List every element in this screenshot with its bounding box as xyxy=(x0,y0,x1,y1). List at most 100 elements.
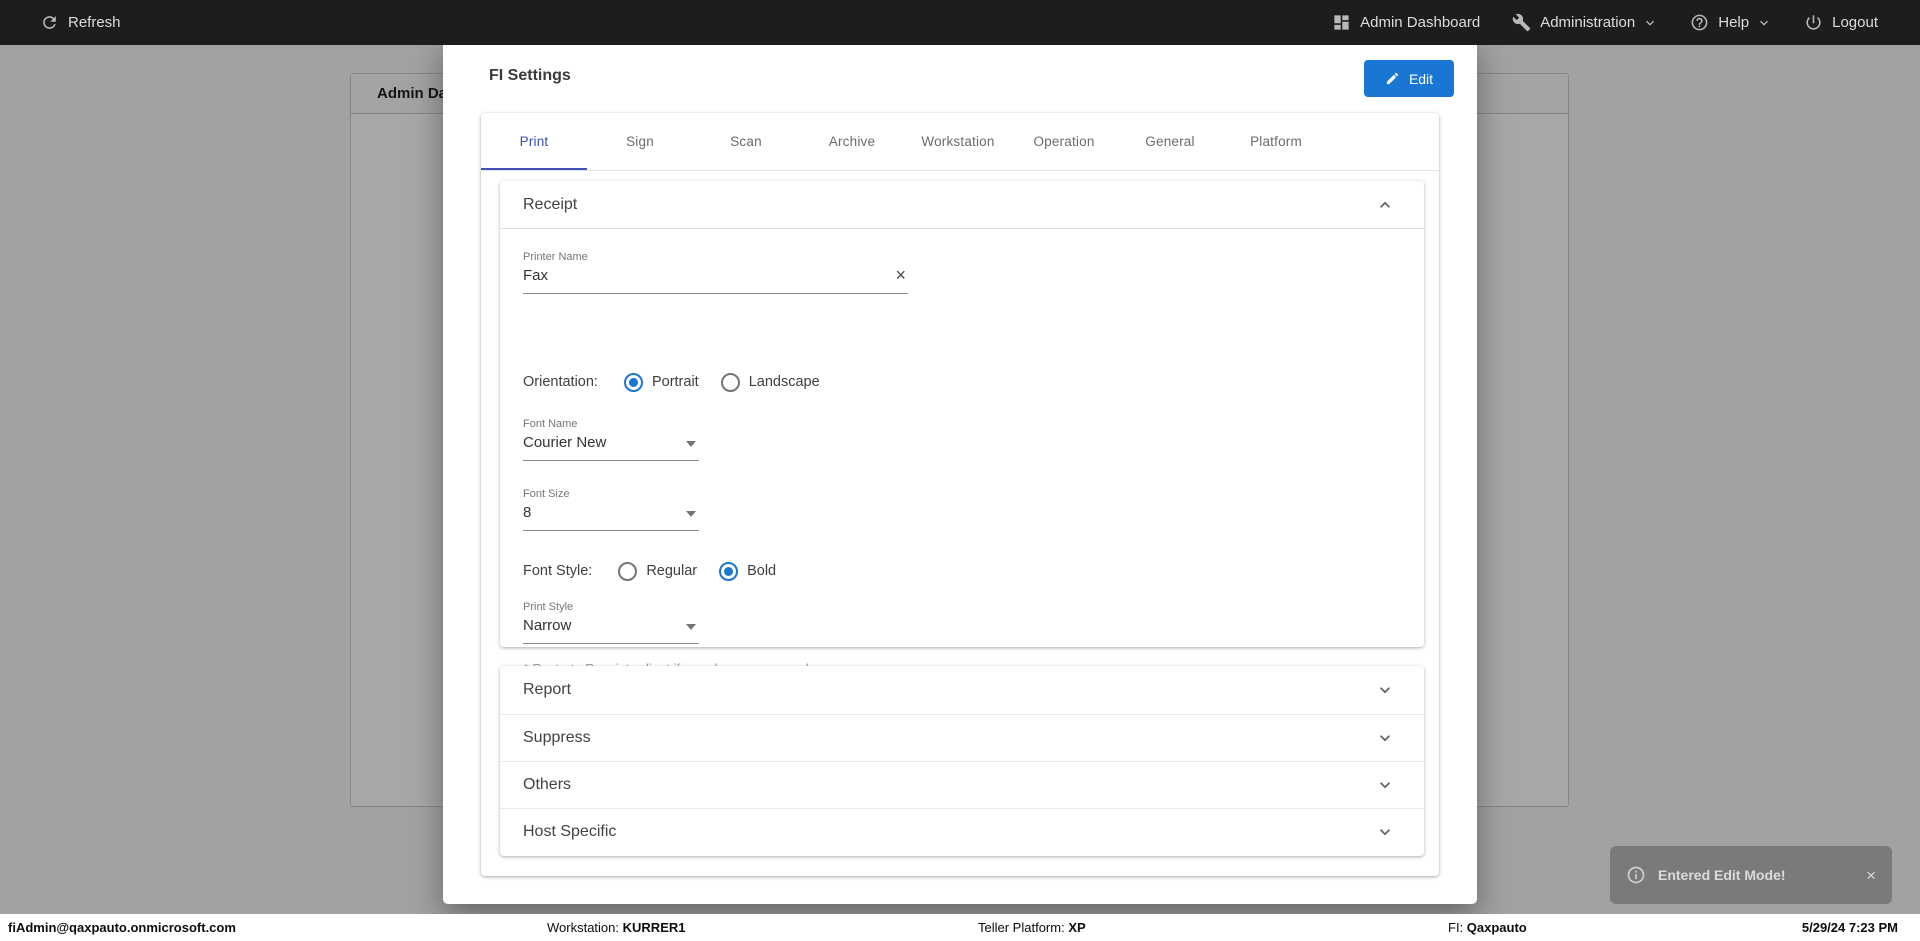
host-specific-section-header[interactable]: Host Specific xyxy=(500,808,1424,855)
info-icon xyxy=(1627,866,1645,884)
dropdown-caret-icon xyxy=(686,441,696,447)
fi-label: FI: xyxy=(1448,920,1464,935)
chevron-down-icon xyxy=(1760,20,1769,26)
refresh-icon xyxy=(43,16,56,29)
collapsed-sections-panel: Report Suppress Others Host Specific xyxy=(500,666,1424,856)
suppress-section-header[interactable]: Suppress xyxy=(500,714,1424,761)
top-navigation-bar: Refresh Admin Dashboard Administration H… xyxy=(0,0,1920,45)
workstation-label: Workstation: xyxy=(547,920,620,935)
orientation-landscape-radio[interactable]: Landscape xyxy=(720,372,820,392)
font-name-field: Font Name Courier New xyxy=(523,418,699,461)
dropdown-caret-icon xyxy=(686,624,696,630)
orientation-landscape-label: Landscape xyxy=(748,374,820,390)
report-section-title: Report xyxy=(523,681,572,698)
radio-selected-icon xyxy=(623,372,643,392)
printer-name-label: Printer Name xyxy=(523,251,588,263)
tab-general[interactable]: General xyxy=(1117,113,1223,170)
report-section-header[interactable]: Report xyxy=(500,666,1424,714)
admin-dashboard-link[interactable]: Admin Dashboard xyxy=(1332,13,1480,32)
workstation-status: Workstation: KURRER1 xyxy=(547,914,685,941)
host-specific-section-title: Host Specific xyxy=(523,823,617,840)
font-style-regular-label: Regular xyxy=(646,563,698,579)
orientation-portrait-label: Portrait xyxy=(651,374,699,390)
logged-in-user: fiAdmin@qaxpauto.onmicrosoft.com xyxy=(8,920,236,935)
dialog-title: FI Settings xyxy=(489,67,571,84)
fi-value: Qaxpauto xyxy=(1466,920,1527,935)
edit-button[interactable]: Edit xyxy=(1364,60,1454,97)
receipt-section: Receipt Printer Name Fax × Orientation: … xyxy=(500,181,1424,676)
power-icon xyxy=(1806,15,1821,30)
printer-name-field: Printer Name Fax × xyxy=(523,251,908,294)
suppress-section-title: Suppress xyxy=(523,729,591,746)
edit-button-label: Edit xyxy=(1408,70,1434,87)
chevron-down-icon xyxy=(1380,829,1390,836)
clear-icon[interactable]: × xyxy=(895,266,906,284)
fi-status: FI: Qaxpauto xyxy=(1448,914,1527,941)
font-name-label: Font Name xyxy=(523,418,578,430)
refresh-button[interactable]: Refresh xyxy=(40,13,121,32)
font-style-label: Font Style: xyxy=(523,563,593,579)
help-icon xyxy=(1691,14,1708,31)
font-size-field: Font Size 8 xyxy=(523,488,699,531)
settings-card: Print Sign Scan Archive Workstation Oper… xyxy=(481,113,1439,876)
print-style-select[interactable]: Narrow xyxy=(523,617,699,644)
orientation-label: Orientation: xyxy=(523,374,598,390)
print-style-field: Print Style Narrow xyxy=(523,601,699,644)
help-menu[interactable]: Help xyxy=(1690,13,1772,32)
font-style-regular-radio[interactable]: Regular xyxy=(618,561,698,581)
teller-platform-status: Teller Platform: XP xyxy=(978,914,1086,941)
radio-selected-icon xyxy=(719,561,739,581)
chevron-up-icon xyxy=(1380,201,1390,208)
teller-platform-value: XP xyxy=(1068,920,1086,935)
font-style-bold-label: Bold xyxy=(747,563,777,579)
receipt-section-title: Receipt xyxy=(523,195,578,213)
receipt-section-header[interactable]: Receipt xyxy=(500,181,1424,229)
administration-label: Administration xyxy=(1540,14,1636,31)
font-size-label: Font Size xyxy=(523,488,570,500)
logout-button[interactable]: Logout xyxy=(1804,13,1878,32)
orientation-row: Orientation: Portrait Landscape xyxy=(523,369,842,395)
tab-archive[interactable]: Archive xyxy=(799,113,905,170)
print-style-label: Print Style xyxy=(523,601,574,613)
tab-sign[interactable]: Sign xyxy=(587,113,693,170)
tab-platform[interactable]: Platform xyxy=(1223,113,1329,170)
dashboard-icon xyxy=(1334,15,1349,30)
print-style-value: Narrow xyxy=(523,617,572,634)
admin-dashboard-label: Admin Dashboard xyxy=(1360,14,1481,31)
font-name-value: Courier New xyxy=(523,434,607,451)
font-size-value: 8 xyxy=(523,504,532,521)
font-size-select[interactable]: 8 xyxy=(523,504,699,531)
refresh-label: Refresh xyxy=(68,14,121,31)
others-section-title: Others xyxy=(523,776,572,793)
tab-scan[interactable]: Scan xyxy=(693,113,799,170)
teller-platform-label: Teller Platform: xyxy=(978,920,1065,935)
administration-menu[interactable]: Administration xyxy=(1512,13,1658,32)
font-name-select[interactable]: Courier New xyxy=(523,434,699,461)
chevron-down-icon xyxy=(1380,782,1390,789)
toast-close-icon[interactable]: × xyxy=(1866,867,1876,884)
dropdown-caret-icon xyxy=(686,511,696,517)
chevron-down-icon xyxy=(1380,687,1390,694)
logout-label: Logout xyxy=(1832,14,1878,31)
pencil-icon xyxy=(1386,72,1399,85)
printer-name-input[interactable]: Fax × xyxy=(523,266,908,294)
receipt-section-body: Printer Name Fax × Orientation: Portrait… xyxy=(500,229,1424,676)
datetime-status: 5/29/24 7:23 PM xyxy=(1801,920,1898,935)
font-style-bold-radio[interactable]: Bold xyxy=(719,561,777,581)
tab-bar: Print Sign Scan Archive Workstation Oper… xyxy=(481,113,1439,171)
status-bar: fiAdmin@qaxpauto.onmicrosoft.com Worksta… xyxy=(0,914,1920,941)
font-style-row: Font Style: Regular Bold xyxy=(523,558,798,584)
orientation-portrait-radio[interactable]: Portrait xyxy=(623,372,699,392)
radio-unselected-icon xyxy=(618,561,638,581)
toast-message: Entered Edit Mode! xyxy=(1658,867,1786,883)
others-section-header[interactable]: Others xyxy=(500,761,1424,808)
tab-print[interactable]: Print xyxy=(481,113,587,170)
tab-workstation[interactable]: Workstation xyxy=(905,113,1011,170)
radio-unselected-icon xyxy=(720,372,740,392)
help-label: Help xyxy=(1718,14,1750,31)
toast-notification: Entered Edit Mode! × xyxy=(1610,846,1892,904)
chevron-down-icon xyxy=(1380,735,1390,742)
chevron-down-icon xyxy=(1646,20,1655,26)
tab-operation[interactable]: Operation xyxy=(1011,113,1117,170)
printer-name-value: Fax xyxy=(523,267,549,284)
